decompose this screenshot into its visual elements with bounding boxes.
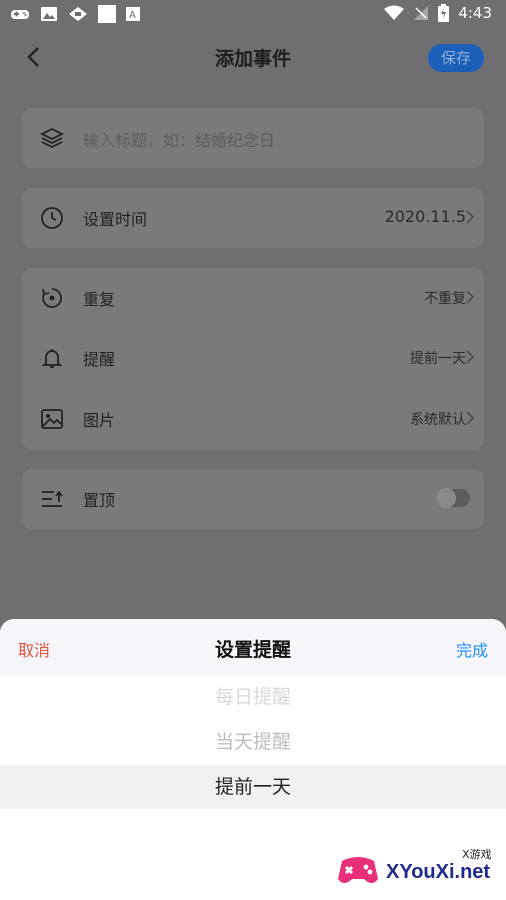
image-value: 系统默认 bbox=[410, 412, 466, 428]
app-bar: 添加事件 保存 bbox=[0, 30, 506, 86]
blank-notification-icon bbox=[98, 5, 116, 23]
set-time-row[interactable]: 设置时间 2020.11.5 bbox=[22, 188, 484, 248]
bell-icon bbox=[41, 349, 63, 368]
toggle-knob bbox=[436, 488, 456, 508]
pin-toggle[interactable] bbox=[436, 488, 470, 508]
title-input-card[interactable]: 输入标题，如：结婚纪念日 bbox=[22, 108, 484, 168]
chevron-right-icon bbox=[466, 411, 474, 425]
clock-icon bbox=[41, 207, 63, 229]
reminder-value: 提前一天 bbox=[410, 351, 466, 367]
layers-icon bbox=[40, 127, 64, 149]
done-button[interactable]: 完成 bbox=[456, 637, 488, 661]
set-time-label: 设置时间 bbox=[83, 210, 148, 229]
title-input[interactable]: 输入标题，如：结婚纪念日 bbox=[83, 127, 275, 151]
signal-icon bbox=[414, 6, 429, 20]
reminder-label: 提醒 bbox=[83, 350, 116, 369]
repeat-value: 不重复 bbox=[424, 291, 466, 307]
chevron-right-icon bbox=[466, 350, 474, 364]
picker-option[interactable]: 每日提醒 bbox=[0, 675, 506, 719]
watermark-small-text: X游戏 bbox=[462, 848, 492, 861]
pin-row: 置顶 bbox=[22, 469, 484, 529]
svg-text:A: A bbox=[129, 10, 136, 21]
watermark-logo: XYouXi.net X游戏 bbox=[336, 845, 496, 895]
pin-card: 置顶 bbox=[22, 469, 484, 529]
watermark-text: XYouXi.net bbox=[386, 861, 491, 883]
gamepad-icon bbox=[11, 10, 29, 19]
pin-top-icon bbox=[42, 490, 63, 507]
battery-icon bbox=[438, 4, 450, 22]
picture-icon bbox=[41, 409, 63, 429]
font-notification-icon: A bbox=[126, 7, 140, 21]
image-notification-icon bbox=[41, 7, 57, 21]
reminder-row[interactable]: 提醒 提前一天 bbox=[22, 328, 484, 388]
repeat-row[interactable]: 重复 不重复 bbox=[22, 268, 484, 328]
repeat-label: 重复 bbox=[83, 290, 116, 309]
image-row[interactable]: 图片 系统默认 bbox=[22, 389, 484, 449]
picker-option[interactable]: 当天提醒 bbox=[0, 720, 506, 764]
gamepad-logo-icon bbox=[338, 857, 378, 883]
status-bar: A 4:43 bbox=[0, 0, 506, 30]
set-time-value: 2020.11.5 bbox=[384, 207, 466, 226]
chevron-right-icon bbox=[466, 210, 474, 224]
options-card: 重复 不重复 提醒 提前一天 图片 系统默认 bbox=[22, 268, 484, 450]
status-time: 4:43 bbox=[458, 4, 492, 22]
save-button[interactable]: 保存 bbox=[428, 44, 484, 72]
pin-label: 置顶 bbox=[83, 491, 116, 510]
image-label: 图片 bbox=[83, 411, 116, 430]
repeat-icon bbox=[42, 288, 62, 308]
sheet-header: 取消 设置提醒 完成 bbox=[0, 619, 506, 675]
wifi-icon bbox=[384, 5, 405, 20]
picker-option-selected[interactable]: 提前一天 bbox=[0, 765, 506, 809]
chevron-right-icon bbox=[466, 290, 474, 304]
sheet-title: 设置提醒 bbox=[214, 639, 291, 661]
vpn-icon bbox=[69, 7, 87, 21]
time-card: 设置时间 2020.11.5 bbox=[22, 188, 484, 248]
